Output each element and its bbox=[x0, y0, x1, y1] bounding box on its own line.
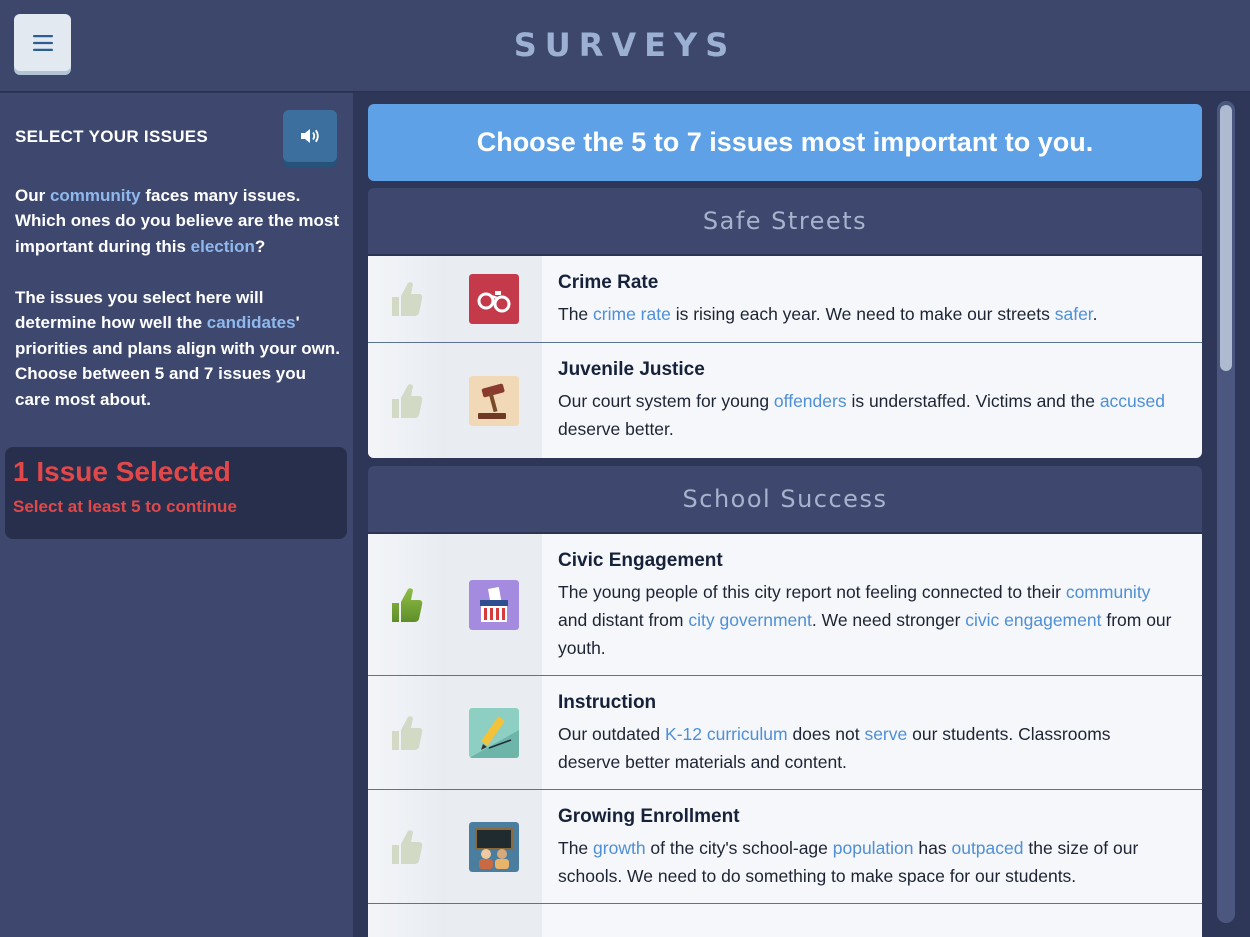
thumbs-up-icon bbox=[392, 282, 423, 316]
issue-title: Growing Enrollment bbox=[558, 806, 740, 827]
issue-partial[interactable] bbox=[368, 904, 1202, 937]
app-title: SURVEYS bbox=[513, 26, 737, 64]
thumbs-up-icon bbox=[392, 587, 423, 622]
thumbs-up-icon bbox=[392, 383, 423, 418]
issue-instruction[interactable]: Instruction Our outdated K-12 curriculum… bbox=[368, 676, 1202, 790]
issue-description: The growth of the city's school-age popu… bbox=[558, 838, 1139, 886]
glossary-link[interactable]: offenders bbox=[774, 391, 847, 411]
glossary-link[interactable]: election bbox=[191, 237, 255, 256]
glossary-link[interactable]: outpaced bbox=[951, 838, 1023, 858]
section-title: School Success bbox=[368, 466, 1202, 534]
scrollbar-thumb[interactable] bbox=[1220, 105, 1232, 371]
issue-crime-rate[interactable]: Crime Rate The crime rate is rising each… bbox=[368, 256, 1202, 343]
instruction-banner: Choose the 5 to 7 issues most important … bbox=[368, 104, 1202, 181]
issue-title: Crime Rate bbox=[558, 272, 659, 293]
thumbs-up-button[interactable] bbox=[368, 790, 446, 903]
glossary-link[interactable]: crime rate bbox=[593, 304, 671, 324]
glossary-link[interactable]: accused bbox=[1100, 391, 1165, 411]
thumbs-up-icon bbox=[392, 829, 423, 864]
section-title: Safe Streets bbox=[368, 188, 1202, 256]
issue-civic-engagement[interactable]: Civic Engagement The young people of thi… bbox=[368, 534, 1202, 676]
glossary-link[interactable]: community bbox=[1066, 582, 1151, 602]
selection-hint: Select at least 5 to continue bbox=[13, 497, 237, 516]
section-safe-streets: Safe Streets Crime Rate The crime rate i… bbox=[368, 188, 1202, 458]
issue-description: Our court system for young offenders is … bbox=[558, 391, 1166, 439]
top-bar: SURVEYS bbox=[0, 0, 1250, 92]
glossary-link[interactable]: serve bbox=[864, 724, 907, 744]
classroom-icon bbox=[469, 821, 519, 872]
sidebar-heading: SELECT YOUR ISSUES bbox=[15, 127, 209, 146]
issue-title: Civic Engagement bbox=[558, 550, 723, 571]
glossary-link[interactable]: city government bbox=[688, 610, 812, 630]
glossary-link[interactable]: safer bbox=[1055, 304, 1093, 324]
section-school-success: School Success Civic Engagement The youn… bbox=[368, 466, 1202, 937]
thumbs-up-button[interactable] bbox=[368, 676, 446, 789]
glossary-link[interactable]: community bbox=[50, 186, 141, 205]
handcuffs-icon bbox=[469, 274, 519, 324]
issue-description: The crime rate is rising each year. We n… bbox=[558, 304, 1098, 324]
scrollbar[interactable] bbox=[1217, 101, 1235, 923]
selection-status: 1 Issue Selected Select at least 5 to co… bbox=[5, 447, 347, 539]
ballot-box-icon bbox=[469, 579, 519, 630]
glossary-link[interactable]: population bbox=[833, 838, 914, 858]
glossary-link[interactable]: civic engagement bbox=[965, 610, 1101, 630]
glossary-link[interactable]: candidates bbox=[207, 313, 296, 332]
thumbs-up-button[interactable] bbox=[368, 256, 446, 342]
glossary-link[interactable]: K-12 curriculum bbox=[665, 724, 788, 744]
gavel-icon bbox=[469, 375, 519, 426]
issue-title: Juvenile Justice bbox=[558, 359, 705, 380]
audio-button[interactable] bbox=[283, 110, 337, 162]
glossary-link[interactable]: growth bbox=[593, 838, 646, 858]
issue-description: Our outdated K-12 curriculum does not se… bbox=[558, 724, 1111, 772]
thumbs-up-icon bbox=[392, 715, 423, 750]
pencil-icon bbox=[469, 707, 519, 758]
issue-juvenile-justice[interactable]: Juvenile Justice Our court system for yo… bbox=[368, 343, 1202, 458]
issue-title: Instruction bbox=[558, 692, 657, 713]
sidebar-intro-text: Our community faces many issues. Which o… bbox=[15, 186, 340, 256]
sidebar-instructions-text: The issues you select here will determin… bbox=[15, 288, 340, 409]
selected-count: 1 Issue Selected bbox=[13, 456, 231, 487]
issue-growing-enrollment[interactable]: Growing Enrollment The growth of the cit… bbox=[368, 790, 1202, 904]
thumbs-up-button[interactable] bbox=[368, 343, 446, 458]
issue-description: The young people of this city report not… bbox=[558, 582, 1172, 658]
speaker-icon bbox=[301, 129, 319, 143]
thumbs-up-button[interactable] bbox=[368, 534, 446, 675]
